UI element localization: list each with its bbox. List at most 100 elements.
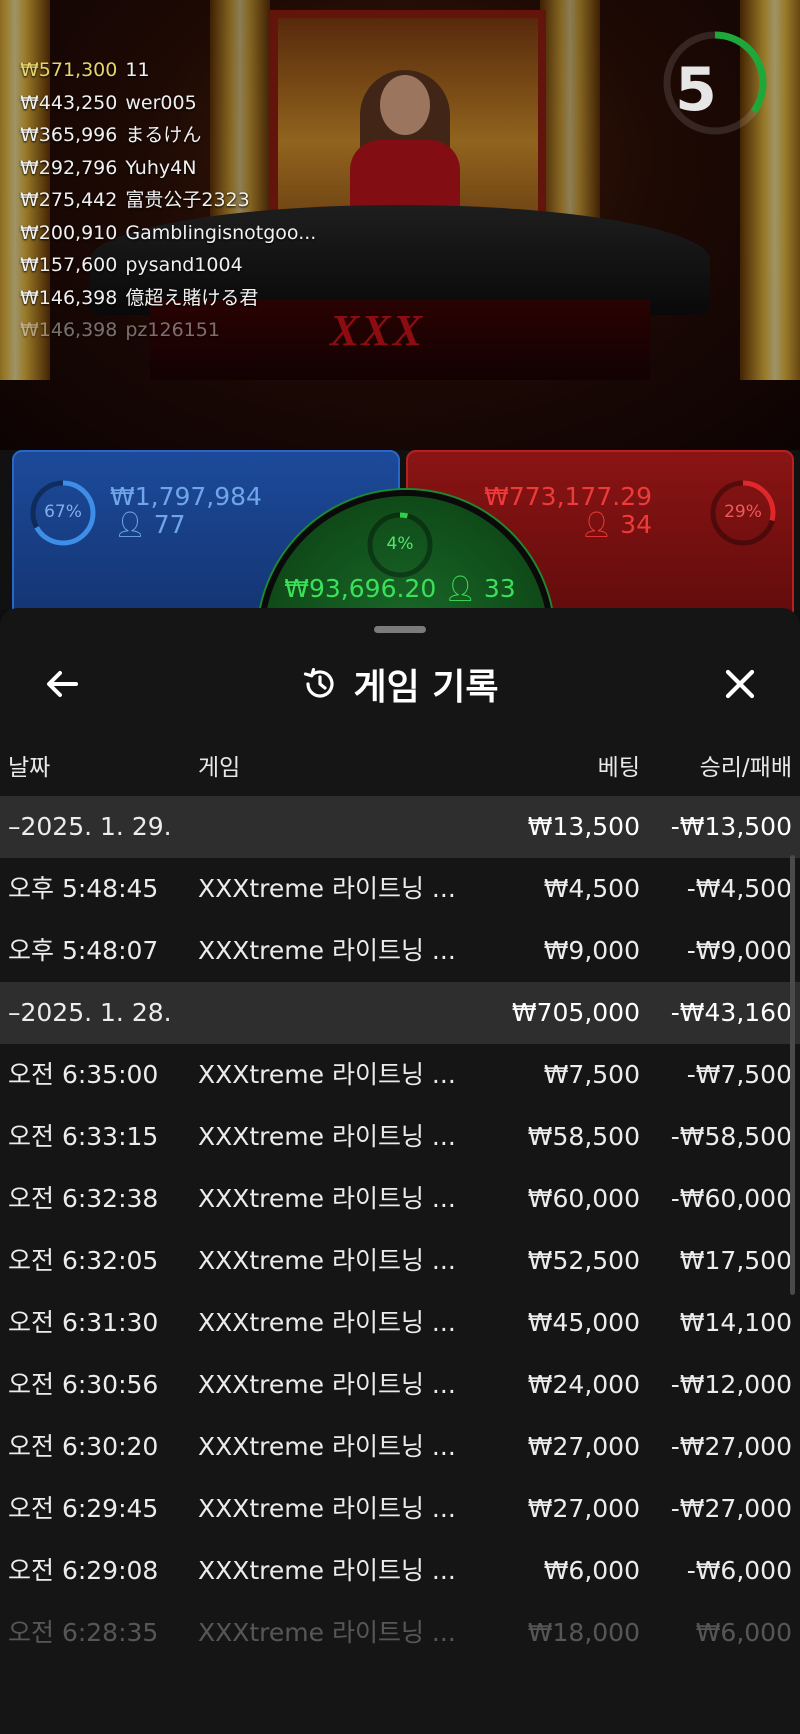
winner-row: ₩571,300 11 xyxy=(20,56,316,89)
row-time: 오전 6:32:05 xyxy=(8,1246,159,1275)
row-game: XXXtreme 라이트닝 ... xyxy=(198,874,456,903)
row-result: -₩60,000 xyxy=(670,1184,792,1213)
history-list: –2025. 1. 29. ₩13,500 -₩13,500 오후 5:48:45 XX… xyxy=(0,796,800,1664)
group-date: –2025. 1. 29. xyxy=(8,812,172,841)
scrollbar[interactable] xyxy=(790,855,795,1295)
countdown-timer-value: 5 xyxy=(675,55,717,125)
winner-name: Yuhy4N xyxy=(125,156,197,179)
column-header-game[interactable]: 게임 xyxy=(198,748,240,782)
row-result: ₩14,100 xyxy=(679,1308,792,1337)
history-row[interactable]: 오전 6:28:35 XXXtreme 라이트닝 ... ₩18,000 ₩6,000 xyxy=(0,1602,800,1664)
column-header-date[interactable]: 날짜 xyxy=(8,748,50,782)
game-history-sheet: 게임 기록 날짜 게임 베팅 승리/패배 –2025. 1. 29. ₩13,50… xyxy=(0,608,800,1734)
history-row[interactable]: 오전 6:30:56 XXXtreme 라이트닝 ... ₩24,000 -₩12,0… xyxy=(0,1354,800,1416)
winner-amount: ₩157,600 xyxy=(20,254,118,276)
red-percent: 29% xyxy=(724,502,762,522)
winner-amount: ₩275,442 xyxy=(20,189,118,211)
row-result: -₩58,500 xyxy=(670,1122,792,1151)
row-bet: ₩18,000 xyxy=(527,1618,640,1647)
winner-name: pysand1004 xyxy=(125,254,243,276)
row-game: XXXtreme 라이트닝 ... xyxy=(198,1308,456,1337)
winner-name: wer005 xyxy=(125,91,197,114)
date-group-row[interactable]: –2025. 1. 29. ₩13,500 -₩13,500 xyxy=(0,796,800,858)
history-icon xyxy=(304,668,335,698)
winner-amount: ₩146,398 xyxy=(20,319,118,341)
row-result: -₩4,500 xyxy=(686,874,792,903)
row-time: 오후 5:48:07 xyxy=(8,936,159,965)
row-game: XXXtreme 라이트닝 ... xyxy=(198,1556,456,1585)
bet-panels: 67% ₩1,797,984 👤︎ 77 ₩773,177.29 👤︎ 34 2… xyxy=(0,450,800,786)
date-group-row[interactable]: –2025. 1. 28. ₩705,000 -₩43,160 xyxy=(0,982,800,1044)
history-row[interactable]: 오전 6:32:38 XXXtreme 라이트닝 ... ₩60,000 -₩60,0… xyxy=(0,1168,800,1230)
row-result: -₩12,000 xyxy=(670,1370,792,1399)
row-game: XXXtreme 라이트닝 ... xyxy=(198,1432,456,1461)
history-row[interactable]: 오후 5:48:07 XXXtreme 라이트닝 ... ₩9,000 -₩9,000 xyxy=(0,920,800,982)
history-row[interactable]: 오전 6:32:05 XXXtreme 라이트닝 ... ₩52,500 ₩17,50… xyxy=(0,1230,800,1292)
history-row[interactable]: 오후 5:48:45 XXXtreme 라이트닝 ... ₩4,500 -₩4,500 xyxy=(0,858,800,920)
row-bet: ₩27,000 xyxy=(527,1432,640,1461)
row-game: XXXtreme 라이트닝 ... xyxy=(198,1060,456,1089)
row-time: 오전 6:30:56 xyxy=(8,1370,159,1399)
row-game: XXXtreme 라이트닝 ... xyxy=(198,1184,456,1213)
winners-list: ₩571,300 11 ₩443,250 wer005 ₩365,996 まるけん ₩292… xyxy=(20,56,316,349)
winner-amount: ₩571,300 xyxy=(20,59,118,81)
row-time: 오전 6:35:00 xyxy=(8,1060,159,1089)
sheet-title: 게임 기록 xyxy=(353,667,499,708)
row-bet: ₩58,500 xyxy=(527,1122,640,1151)
row-bet: ₩60,000 xyxy=(527,1184,640,1213)
winner-amount: ₩146,398 xyxy=(20,286,118,309)
person-icon: 👤︎ xyxy=(580,510,613,539)
winner-amount: ₩443,250 xyxy=(20,91,118,114)
history-row[interactable]: 오전 6:31:30 XXXtreme 라이트닝 ... ₩45,000 ₩14,10… xyxy=(0,1292,800,1354)
row-bet: ₩24,000 xyxy=(527,1370,640,1399)
column-header-bet[interactable]: 베팅 xyxy=(598,748,640,782)
winner-row: ₩275,442 富贵公子2323 xyxy=(20,186,316,219)
history-row[interactable]: 오전 6:29:45 XXXtreme 라이트닝 ... ₩27,000 -₩27,0… xyxy=(0,1478,800,1540)
close-icon[interactable] xyxy=(716,660,764,708)
person-icon: 👤︎ xyxy=(444,574,476,603)
sheet-header: 게임 기록 xyxy=(0,652,800,716)
history-row[interactable]: 오전 6:35:00 XXXtreme 라이트닝 ... ₩7,500 -₩7,500 xyxy=(0,1044,800,1106)
row-time: 오전 6:32:38 xyxy=(8,1184,159,1213)
winner-name: 富贵公子2323 xyxy=(125,189,250,211)
blue-bet-amount: ₩1,797,984 xyxy=(110,482,262,511)
winner-row: ₩200,910 Gamblingisnotgoo... xyxy=(20,219,316,252)
row-time: 오전 6:33:15 xyxy=(8,1122,159,1151)
winner-name: 億超え賭ける君 xyxy=(125,286,259,309)
row-bet: ₩4,500 xyxy=(543,874,640,903)
live-video-stage: XXX ₩571,300 11 ₩443,250 wer005 ₩365,996 まるけん… xyxy=(0,0,800,450)
row-result: -₩9,000 xyxy=(686,936,792,965)
sheet-drag-handle[interactable] xyxy=(374,626,426,633)
row-bet: ₩52,500 xyxy=(527,1246,640,1275)
column-header-result[interactable]: 승리/패배 xyxy=(700,748,792,782)
winner-row: ₩292,796 Yuhy4N xyxy=(20,154,316,187)
row-time: 오후 5:48:45 xyxy=(8,874,159,903)
row-result: -₩27,000 xyxy=(670,1432,792,1461)
row-bet: ₩27,000 xyxy=(527,1494,640,1523)
winner-amount: ₩365,996 xyxy=(20,124,118,146)
row-bet: ₩9,000 xyxy=(543,936,640,965)
row-result: ₩17,500 xyxy=(679,1246,792,1275)
row-bet: ₩6,000 xyxy=(543,1556,640,1585)
row-game: XXXtreme 라이트닝 ... xyxy=(198,1122,456,1151)
red-bet-amount: ₩773,177.29 xyxy=(484,482,652,511)
blue-player-count: 👤︎ 77 xyxy=(114,510,186,539)
history-row[interactable]: 오전 6:30:20 XXXtreme 라이트닝 ... ₩27,000 -₩27,0… xyxy=(0,1416,800,1478)
winner-name: まるけん xyxy=(125,124,202,146)
row-result: -₩6,000 xyxy=(686,1556,792,1585)
winner-name: 11 xyxy=(125,59,150,81)
winner-row: ₩443,250 wer005 xyxy=(20,89,316,122)
row-time: 오전 6:29:45 xyxy=(8,1494,159,1523)
row-time: 오전 6:28:35 xyxy=(8,1618,159,1647)
person-icon: 👤︎ xyxy=(114,510,146,539)
winner-row: ₩146,398 億超え賭ける君 xyxy=(20,284,316,317)
row-bet: ₩7,500 xyxy=(543,1060,640,1089)
history-row[interactable]: 오전 6:33:15 XXXtreme 라이트닝 ... ₩58,500 -₩58,5… xyxy=(0,1106,800,1168)
history-row[interactable]: 오전 6:29:08 XXXtreme 라이트닝 ... ₩6,000 -₩6,000 xyxy=(0,1540,800,1602)
blue-percent: 67% xyxy=(44,502,82,522)
row-game: XXXtreme 라이트닝 ... xyxy=(198,1246,456,1275)
red-player-count: 👤︎ 34 xyxy=(580,510,652,539)
group-date: –2025. 1. 28. xyxy=(8,998,172,1027)
row-result: -₩7,500 xyxy=(686,1060,792,1089)
row-game: XXXtreme 라이트닝 ... xyxy=(198,1618,456,1647)
